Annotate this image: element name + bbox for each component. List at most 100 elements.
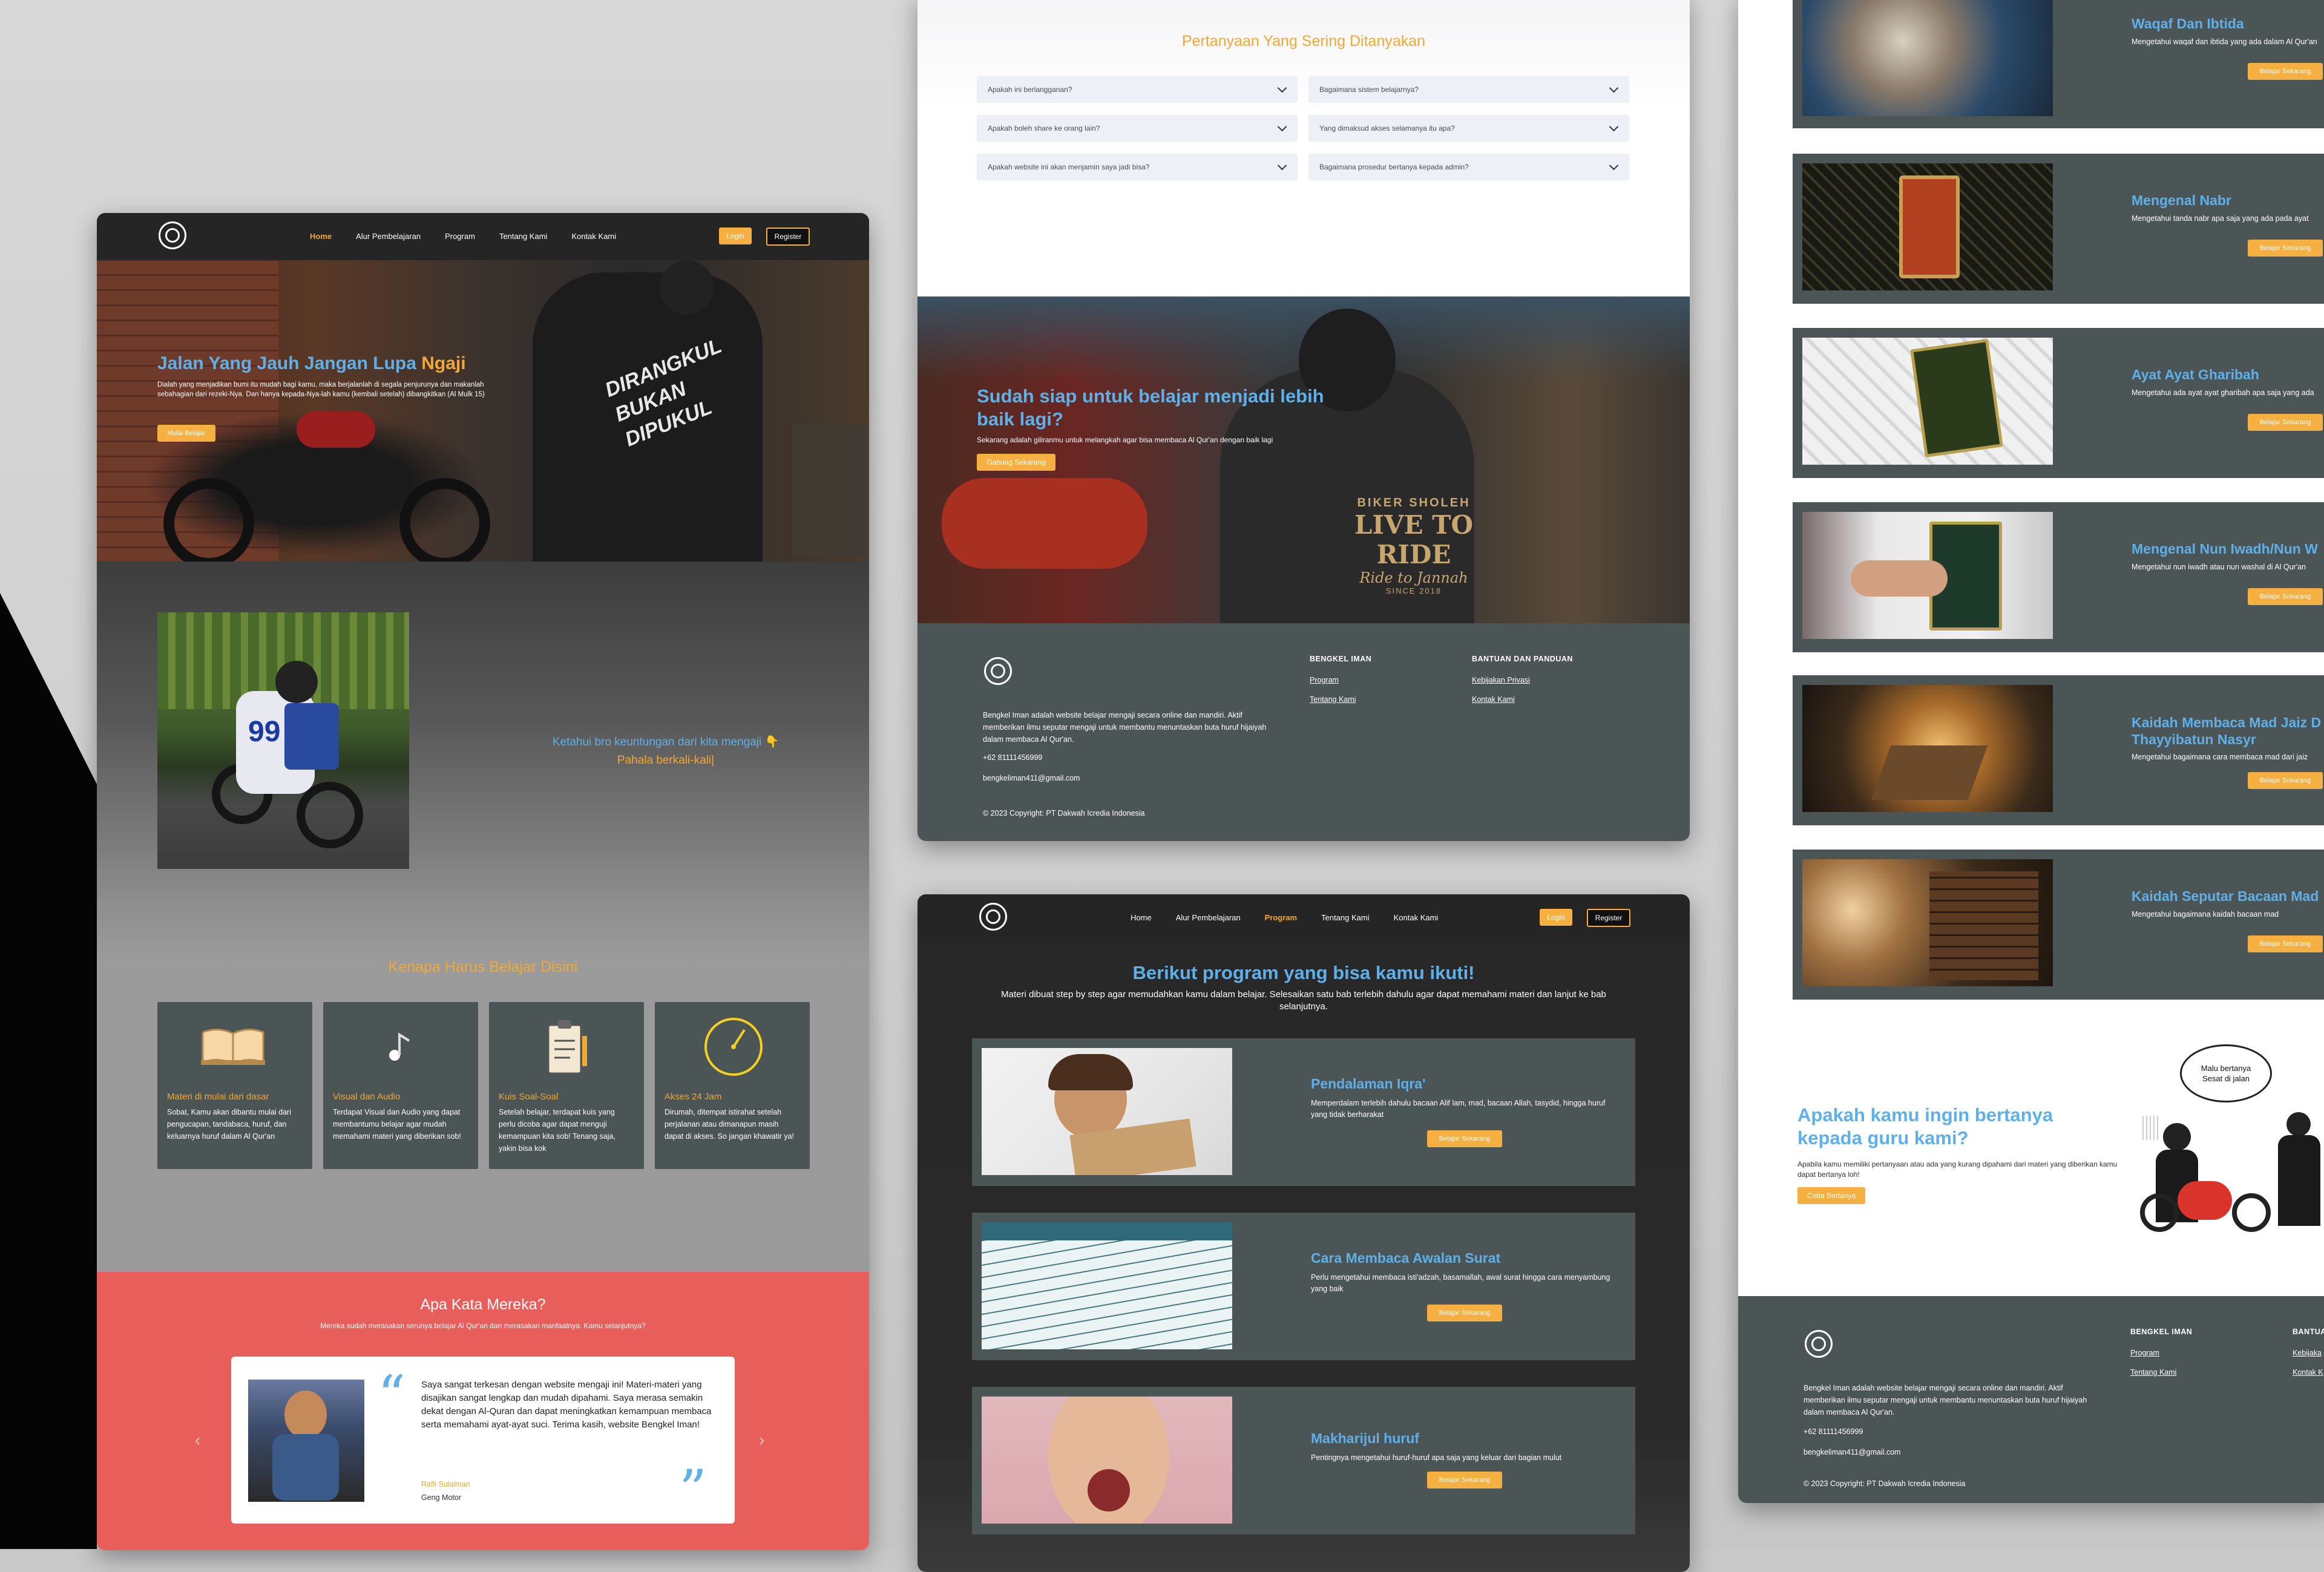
program-item-desc: Perlu mengetahui membaca isti'adzah, bas… bbox=[1311, 1273, 1610, 1293]
feature-desc: Terdapat Visual dan Audio yang dapat mem… bbox=[333, 1108, 461, 1141]
feature-title: Materi di mulai dari dasar bbox=[167, 1092, 269, 1102]
footer-logo-icon bbox=[984, 657, 1012, 685]
ask-illustration: Malu bertanya Sesat di jalan bbox=[2135, 1044, 2324, 1232]
footer-link-privasi[interactable]: Kebijaka bbox=[2293, 1343, 2324, 1363]
faq-page-mockup: Pertanyaan Yang Sering Ditanyakan Apakah… bbox=[917, 0, 1690, 841]
program-item-title: Kaidah Membaca Mad Jaiz D Thayyibatun Na… bbox=[2132, 715, 2322, 747]
program-item-title: Pendalaman Iqra' bbox=[1311, 1076, 1426, 1092]
clock-icon bbox=[704, 1018, 763, 1076]
program-list-mockup: Waqaf Dan Ibtida Mengetahui waqaf dan ib… bbox=[1738, 0, 2324, 1503]
ask-button[interactable]: Coba Bertanya bbox=[1797, 1187, 1865, 1204]
register-button[interactable]: Register bbox=[1587, 909, 1630, 927]
nav-home[interactable]: Home bbox=[1131, 913, 1152, 922]
faq-item[interactable]: Bagaimana sistem belajarnya? bbox=[1308, 76, 1629, 103]
faq-item[interactable]: Apakah ini berlangganan? bbox=[977, 76, 1298, 103]
footer-about: Bengkel Iman adalah website belajar meng… bbox=[1804, 1384, 2087, 1416]
learn-now-button[interactable]: Belajar Sekarang bbox=[2248, 772, 2323, 789]
footer-col1-title: BENGKEL IMAN bbox=[1310, 655, 1372, 663]
program-item-desc: Mengetahui waqaf dan ibtida yang ada dal… bbox=[2132, 38, 2317, 46]
program-item-desc: Mengetahui nun iwadh atau nun washal di … bbox=[2132, 563, 2306, 571]
program-item-title: Mengenal Nun Iwadh/Nun W bbox=[2132, 541, 2318, 557]
learn-now-button[interactable]: Belajar Sekarang bbox=[2248, 414, 2323, 431]
clipboard-icon bbox=[547, 1020, 587, 1075]
nav-program[interactable]: Program bbox=[445, 232, 475, 241]
program-item: Pendalaman Iqra' Memperdalam terlebih da… bbox=[972, 1038, 1635, 1186]
testimonial-role: Geng Motor bbox=[421, 1493, 462, 1502]
nav-kontak[interactable]: Kontak Kami bbox=[1394, 913, 1439, 922]
hero-description: Dialah yang menjadikan bumi itu mudah ba… bbox=[157, 381, 485, 398]
program-image bbox=[1802, 338, 2053, 465]
logo-icon[interactable] bbox=[979, 903, 1007, 931]
learn-now-button[interactable]: Belajar Sekarang bbox=[2248, 588, 2323, 605]
program-image bbox=[982, 1397, 1232, 1524]
footer-link-program[interactable]: Program bbox=[1310, 670, 1371, 690]
logo-icon[interactable] bbox=[159, 221, 186, 249]
learn-now-button[interactable]: Belajar Sekarang bbox=[2248, 63, 2323, 80]
shirt-sub-text: Ride to Jannah bbox=[1359, 569, 1468, 586]
faq-item[interactable]: Yang dimaksud akses selamanya itu apa? bbox=[1308, 115, 1629, 142]
register-button[interactable]: Register bbox=[766, 228, 810, 246]
ask-title: Apakah kamu ingin bertanya kepada guru k… bbox=[1797, 1104, 2053, 1148]
program-image bbox=[1802, 0, 2053, 116]
nav-kontak[interactable]: Kontak Kami bbox=[571, 232, 616, 241]
footer: Bengkel Iman adalah website belajar meng… bbox=[1738, 1296, 2324, 1503]
footer-copyright: © 2023 Copyright: PT Dakwah Icredia Indo… bbox=[983, 809, 1145, 817]
cta-join-button[interactable]: Gabung Sekarang bbox=[977, 454, 1055, 471]
program-title: Berikut program yang bisa kamu ikuti! bbox=[1132, 962, 1475, 983]
program-item: Waqaf Dan Ibtida Mengetahui waqaf dan ib… bbox=[1793, 0, 2324, 128]
program-image bbox=[1802, 163, 2053, 290]
intro-line-1: Ketahui bro keuntungan dari kita mengaji… bbox=[552, 736, 780, 748]
testimonial-title: Apa Kata Mereka? bbox=[420, 1296, 546, 1313]
nav-home[interactable]: Home bbox=[310, 232, 332, 241]
program-item-desc: Memperdalam terlebih dahulu bacaan Alif … bbox=[1311, 1099, 1606, 1119]
program-image bbox=[1802, 859, 2053, 986]
intro-line-2: Pahala berkali-kali| bbox=[617, 754, 715, 767]
footer-link-kontak[interactable]: Kontak Kami bbox=[1472, 690, 1573, 709]
learn-now-button[interactable]: Belajar Sekarang bbox=[1427, 1130, 1502, 1147]
login-button[interactable]: Login bbox=[1540, 909, 1572, 926]
feature-desc: Dirumah, ditempat istirahat setelah perj… bbox=[665, 1108, 795, 1141]
program-item-desc: Mengetahui ada ayat ayat gharibah apa sa… bbox=[2132, 388, 2314, 397]
footer-email: bengkeliman411@gmail.com bbox=[983, 774, 1080, 782]
footer-link-privasi[interactable]: Kebijakan Privasi bbox=[1472, 670, 1573, 690]
program-item-title: Mengenal Nabr bbox=[2132, 192, 2231, 208]
program-item-title: Waqaf Dan Ibtida bbox=[2132, 16, 2244, 31]
nav-alur[interactable]: Alur Pembelajaran bbox=[1176, 913, 1241, 922]
footer-link-tentang[interactable]: Tentang Kami bbox=[2130, 1363, 2192, 1382]
testimonial-name: Rafli Sulaiman bbox=[421, 1480, 470, 1488]
program-image bbox=[1802, 512, 2053, 639]
footer-phone: +62 81111456999 bbox=[983, 753, 1043, 762]
why-title: Kenapa Harus Belajar Disini bbox=[388, 958, 578, 975]
footer-link-tentang[interactable]: Tentang Kami bbox=[1310, 690, 1371, 709]
faq-item[interactable]: Apakah boleh share ke orang lain? bbox=[977, 115, 1298, 142]
faq-item[interactable]: Bagaimana prosedur bertanya kepada admin… bbox=[1308, 154, 1629, 180]
quote-open-icon: “ bbox=[378, 1364, 406, 1427]
shirt-main-text: LIVE TO RIDE bbox=[1354, 510, 1474, 569]
program-item-title: Ayat Ayat Gharibah bbox=[2132, 367, 2259, 382]
program-item: Mengenal Nabr Mengetahui tanda nabr apa … bbox=[1793, 154, 2324, 304]
program-page-mockup: Home Alur Pembelajaran Program Tentang K… bbox=[917, 894, 1690, 1572]
footer-col2-title: BANTUAN DAN PANDUAN bbox=[1472, 655, 1573, 663]
faq-item[interactable]: Apakah website ini akan menjamin saya ja… bbox=[977, 154, 1298, 180]
login-button[interactable]: Login bbox=[719, 228, 752, 244]
footer-link-kontak[interactable]: Kontak K bbox=[2293, 1363, 2324, 1382]
testimonial-quote: Saya sangat terkesan dengan website meng… bbox=[421, 1380, 712, 1430]
feature-desc: Setelah belajar, terdapat kuis yang perl… bbox=[499, 1108, 615, 1153]
speech-bubble: Malu bertanya Sesat di jalan bbox=[2180, 1044, 2272, 1102]
nav-tentang[interactable]: Tentang Kami bbox=[499, 232, 548, 241]
learn-now-button[interactable]: Belajar Sekarang bbox=[2248, 935, 2323, 952]
learn-now-button[interactable]: Belajar Sekarang bbox=[1427, 1305, 1502, 1321]
nav-alur[interactable]: Alur Pembelajaran bbox=[356, 232, 421, 241]
learn-now-button[interactable]: Belajar Sekarang bbox=[2248, 240, 2323, 257]
music-note-icon bbox=[389, 1032, 410, 1061]
learn-now-button[interactable]: Belajar Sekarang bbox=[1427, 1472, 1502, 1488]
navbar: Home Alur Pembelajaran Program Tentang K… bbox=[97, 213, 869, 260]
carousel-prev-icon[interactable]: ‹ bbox=[195, 1430, 200, 1450]
footer-link-program[interactable]: Program bbox=[2130, 1343, 2192, 1363]
nav-program[interactable]: Program bbox=[1265, 913, 1297, 922]
footer-col1-title: BENGKEL IMAN bbox=[2130, 1328, 2193, 1336]
carousel-next-icon[interactable]: › bbox=[759, 1430, 764, 1450]
hero-cta-button[interactable]: Mulai Belajar bbox=[157, 425, 215, 442]
nav-tentang[interactable]: Tentang Kami bbox=[1321, 913, 1370, 922]
shirt-top-text: BIKER SHOLEH bbox=[1357, 496, 1471, 509]
